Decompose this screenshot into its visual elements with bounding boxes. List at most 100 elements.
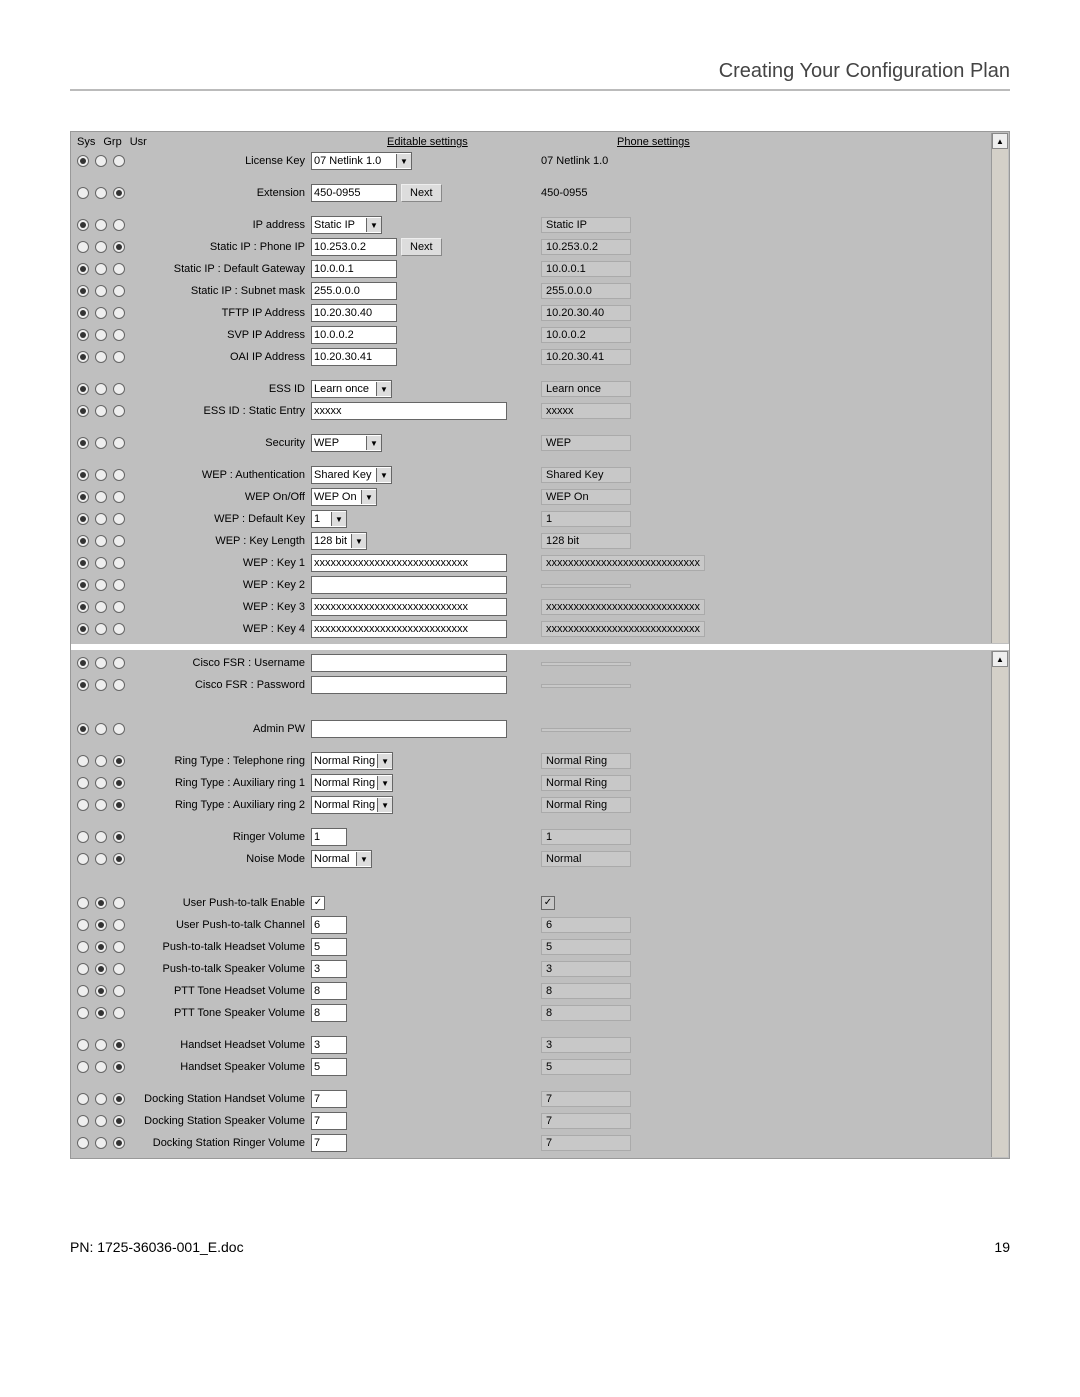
radio-sys[interactable] — [77, 579, 89, 591]
radio-grp[interactable] — [95, 219, 107, 231]
radio-usr[interactable] — [113, 897, 125, 909]
text-input[interactable] — [311, 1134, 347, 1152]
radio-sys[interactable] — [77, 1061, 89, 1073]
radio-grp[interactable] — [95, 405, 107, 417]
chevron-down-icon[interactable]: ▼ — [376, 382, 391, 396]
radio-grp[interactable] — [95, 657, 107, 669]
radio-usr[interactable] — [113, 1093, 125, 1105]
radio-grp[interactable] — [95, 491, 107, 503]
text-input[interactable] — [311, 402, 507, 420]
radio-usr[interactable] — [113, 535, 125, 547]
radio-grp[interactable] — [95, 469, 107, 481]
radio-usr[interactable] — [113, 1007, 125, 1019]
radio-usr[interactable] — [113, 513, 125, 525]
radio-sys[interactable] — [77, 1007, 89, 1019]
chevron-down-icon[interactable]: ▼ — [356, 852, 371, 866]
radio-grp[interactable] — [95, 1039, 107, 1051]
chevron-down-icon[interactable]: ▼ — [377, 798, 392, 812]
radio-usr[interactable] — [113, 777, 125, 789]
radio-usr[interactable] — [113, 579, 125, 591]
radio-grp[interactable] — [95, 329, 107, 341]
radio-sys[interactable] — [77, 405, 89, 417]
radio-usr[interactable] — [113, 963, 125, 975]
radio-sys[interactable] — [77, 383, 89, 395]
text-input[interactable] — [311, 554, 507, 572]
radio-sys[interactable] — [77, 601, 89, 613]
chevron-down-icon[interactable]: ▼ — [377, 776, 392, 790]
radio-sys[interactable] — [77, 853, 89, 865]
radio-usr[interactable] — [113, 919, 125, 931]
dropdown[interactable]: 1▼ — [311, 510, 347, 528]
scrollbar-panel1[interactable]: ▲ — [991, 133, 1008, 643]
radio-sys[interactable] — [77, 285, 89, 297]
radio-usr[interactable] — [113, 853, 125, 865]
dropdown[interactable]: 07 Netlink 1.0▼ — [311, 152, 412, 170]
text-input[interactable] — [311, 654, 507, 672]
radio-sys[interactable] — [77, 491, 89, 503]
scrollbar-panel2[interactable]: ▲ — [991, 651, 1008, 1157]
radio-usr[interactable] — [113, 601, 125, 613]
radio-usr[interactable] — [113, 723, 125, 735]
radio-grp[interactable] — [95, 1093, 107, 1105]
radio-grp[interactable] — [95, 383, 107, 395]
next-button[interactable]: Next — [401, 184, 442, 202]
radio-grp[interactable] — [95, 557, 107, 569]
radio-grp[interactable] — [95, 853, 107, 865]
chevron-down-icon[interactable]: ▼ — [331, 512, 346, 526]
radio-usr[interactable] — [113, 187, 125, 199]
text-input[interactable] — [311, 960, 347, 978]
radio-usr[interactable] — [113, 405, 125, 417]
scroll-up-icon[interactable]: ▲ — [992, 651, 1008, 667]
text-input[interactable] — [311, 1004, 347, 1022]
radio-sys[interactable] — [77, 919, 89, 931]
chevron-down-icon[interactable]: ▼ — [366, 218, 381, 232]
chevron-down-icon[interactable]: ▼ — [377, 754, 392, 768]
radio-grp[interactable] — [95, 285, 107, 297]
radio-grp[interactable] — [95, 1007, 107, 1019]
radio-grp[interactable] — [95, 241, 107, 253]
text-input[interactable] — [311, 720, 507, 738]
radio-sys[interactable] — [77, 623, 89, 635]
radio-grp[interactable] — [95, 351, 107, 363]
radio-sys[interactable] — [77, 963, 89, 975]
scroll-up-icon[interactable]: ▲ — [992, 133, 1008, 149]
radio-sys[interactable] — [77, 329, 89, 341]
radio-sys[interactable] — [77, 723, 89, 735]
radio-usr[interactable] — [113, 155, 125, 167]
chevron-down-icon[interactable]: ▼ — [351, 534, 366, 548]
radio-usr[interactable] — [113, 351, 125, 363]
dropdown[interactable]: Normal▼ — [311, 850, 372, 868]
text-input[interactable] — [311, 184, 397, 202]
radio-sys[interactable] — [77, 897, 89, 909]
radio-sys[interactable] — [77, 437, 89, 449]
radio-grp[interactable] — [95, 941, 107, 953]
dropdown[interactable]: Static IP▼ — [311, 216, 382, 234]
radio-usr[interactable] — [113, 1039, 125, 1051]
text-input[interactable] — [311, 238, 397, 256]
radio-sys[interactable] — [77, 831, 89, 843]
radio-sys[interactable] — [77, 469, 89, 481]
dropdown[interactable]: Learn once▼ — [311, 380, 392, 398]
radio-grp[interactable] — [95, 437, 107, 449]
radio-usr[interactable] — [113, 799, 125, 811]
text-input[interactable] — [311, 598, 507, 616]
text-input[interactable] — [311, 916, 347, 934]
dropdown[interactable]: Shared Key▼ — [311, 466, 392, 484]
radio-sys[interactable] — [77, 513, 89, 525]
radio-usr[interactable] — [113, 469, 125, 481]
dropdown[interactable]: Normal Ring▼ — [311, 796, 393, 814]
text-input[interactable] — [311, 326, 397, 344]
radio-sys[interactable] — [77, 1137, 89, 1149]
radio-usr[interactable] — [113, 1137, 125, 1149]
radio-grp[interactable] — [95, 985, 107, 997]
radio-sys[interactable] — [77, 351, 89, 363]
text-input[interactable] — [311, 260, 397, 278]
radio-sys[interactable] — [77, 187, 89, 199]
radio-sys[interactable] — [77, 155, 89, 167]
radio-usr[interactable] — [113, 383, 125, 395]
radio-usr[interactable] — [113, 985, 125, 997]
radio-sys[interactable] — [77, 307, 89, 319]
text-input[interactable] — [311, 1090, 347, 1108]
radio-grp[interactable] — [95, 623, 107, 635]
text-input[interactable] — [311, 676, 507, 694]
